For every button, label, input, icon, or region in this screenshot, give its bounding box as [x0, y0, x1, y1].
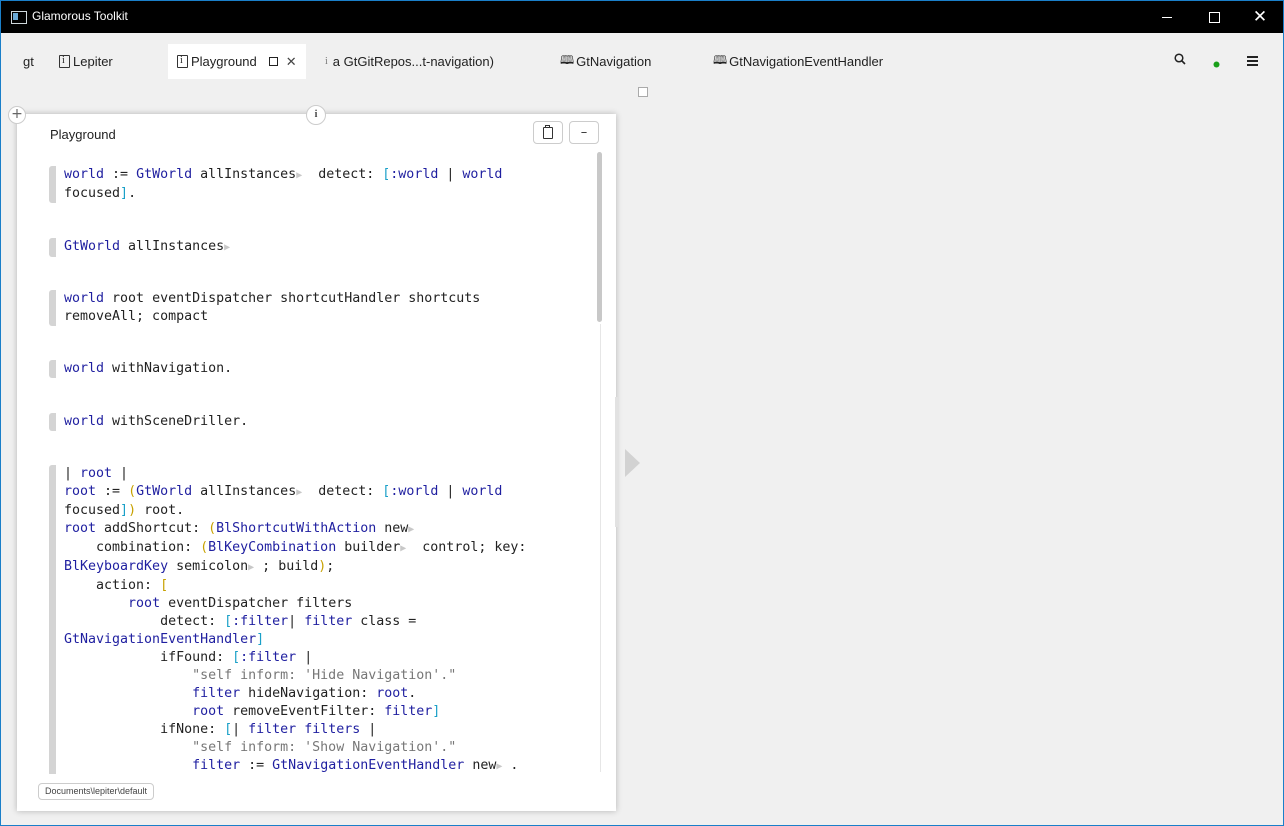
book-icon: 🕮: [560, 53, 575, 67]
pane-placeholder-icon[interactable]: [638, 87, 648, 97]
window-title: Glamorous Toolkit: [32, 9, 128, 23]
app-window: Glamorous Toolkit ✕ gt Lepiter Playgroun…: [0, 0, 1284, 826]
minimize-icon: [1162, 16, 1172, 18]
tab-label: GtNavigationEventHandler: [729, 54, 884, 69]
tab-gtnavigation[interactable]: 🕮 GtNavigation: [560, 44, 651, 79]
code-snippet[interactable]: GtWorld allInstances▶: [49, 238, 230, 257]
tab-label: Lepiter: [73, 54, 113, 69]
tab-gt[interactable]: gt: [23, 44, 34, 79]
tab-label: a GtGitRepos...t-navigation): [332, 54, 494, 69]
tab-playground[interactable]: Playground ✕: [168, 44, 306, 79]
code-snippet[interactable]: world withNavigation.: [49, 360, 232, 378]
code-text: world root eventDispatcher shortcutHandl…: [64, 291, 481, 324]
tab-label: Playground: [191, 54, 257, 69]
tab-label: gt: [23, 54, 34, 69]
expand-arrow-icon[interactable]: [625, 449, 640, 477]
snippet-list: world := GtWorld allInstances▶ detect: […: [17, 114, 597, 774]
pane-resize-handle[interactable]: [615, 397, 619, 527]
code-snippet[interactable]: world := GtWorld allInstances▶ detect: […: [49, 166, 502, 203]
add-pane-button[interactable]: +: [8, 106, 26, 124]
info-icon: [177, 55, 188, 68]
code-snippet[interactable]: world root eventDispatcher shortcutHandl…: [49, 290, 480, 326]
tab-label: GtNavigation: [576, 54, 652, 69]
tab-gtnavigationeventhandler[interactable]: 🕮 GtNavigationEventHandler: [713, 44, 883, 79]
menu-button[interactable]: [1247, 55, 1258, 70]
tab-git-repository[interactable]: i a GtGitRepos...t-navigation): [325, 44, 494, 79]
info-icon: i: [325, 56, 328, 67]
code-text: | root | root := (GtWorld allInstances▶ …: [64, 466, 527, 773]
close-window-button[interactable]: ✕: [1237, 1, 1283, 33]
info-icon: [59, 55, 70, 68]
playground-pane: Playground – world := GtWorld allInstanc…: [17, 114, 616, 811]
code-snippet[interactable]: world withSceneDriller.: [49, 413, 248, 431]
search-button[interactable]: [1174, 53, 1186, 69]
close-icon: ✕: [1252, 6, 1268, 27]
book-icon: 🕮: [713, 53, 728, 67]
tab-bar: gt Lepiter Playground ✕ i a GtGitRepos..…: [1, 33, 1283, 79]
maximize-button[interactable]: [1191, 1, 1237, 33]
scrollbar-track[interactable]: [600, 324, 601, 772]
app-icon: [11, 11, 27, 24]
info-button[interactable]: i: [306, 105, 326, 125]
status-dot-icon: [1213, 61, 1220, 68]
code-snippet[interactable]: | root | root := (GtWorld allInstances▶ …: [49, 465, 526, 774]
code-text: world withNavigation.: [64, 361, 233, 376]
hamburger-menu-icon: [1247, 56, 1258, 66]
code-text: world withSceneDriller.: [64, 414, 249, 429]
maximize-icon: [1208, 11, 1220, 23]
title-bar: Glamorous Toolkit ✕: [1, 1, 1283, 33]
database-path-badge: Documents\lepiter\default: [38, 783, 155, 800]
minimize-button[interactable]: [1144, 1, 1190, 33]
search-icon: [1174, 53, 1186, 65]
close-tab-icon[interactable]: ✕: [286, 54, 297, 70]
code-text: GtWorld allInstances▶: [64, 239, 231, 254]
status-indicator[interactable]: [1213, 57, 1220, 72]
maximize-tab-icon[interactable]: [268, 57, 278, 66]
scrollbar-thumb[interactable]: [597, 152, 602, 322]
code-text: world := GtWorld allInstances▶ detect: […: [64, 167, 503, 201]
tab-lepiter[interactable]: Lepiter: [59, 44, 113, 79]
